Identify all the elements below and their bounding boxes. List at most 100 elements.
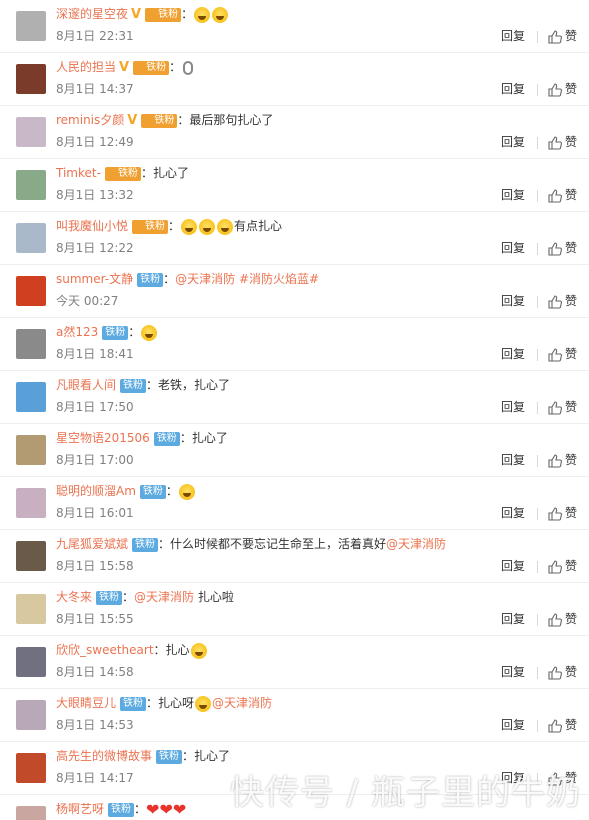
- reply-button[interactable]: 回复: [501, 135, 525, 149]
- comment-actions: 回复 赞: [501, 663, 577, 681]
- avatar[interactable]: [16, 541, 46, 571]
- username-link[interactable]: 凡眼看人间: [56, 378, 116, 392]
- reply-button[interactable]: 回复: [501, 294, 525, 308]
- reply-button[interactable]: 回复: [501, 241, 525, 255]
- username-link[interactable]: 叫我魔仙小悦: [56, 219, 128, 233]
- username-link[interactable]: 深邃的星空夜: [56, 7, 128, 21]
- comment-list: 深邃的星空夜 V 铁粉： 8月1日 22:31 回复赞人民的担当 V 铁粉： 8月1日 14:…: [0, 0, 589, 820]
- mention-link[interactable]: @天津消防: [386, 537, 446, 551]
- username-link[interactable]: 高先生的微博故事: [56, 749, 152, 763]
- avatar[interactable]: [16, 435, 46, 465]
- username-link[interactable]: 人民的担当: [56, 60, 116, 74]
- comment-row: summer-文静 铁粉 ：@天津消防 #消防火焰蓝# 今天 00:27 回复 赞: [0, 265, 589, 318]
- fan-badge[interactable]: 铁粉: [108, 802, 135, 817]
- like-button[interactable]: 赞: [548, 135, 577, 150]
- fan-badge[interactable]: 铁粉: [120, 696, 147, 711]
- reply-button[interactable]: 回复: [501, 453, 525, 467]
- fan-badge[interactable]: 铁粉: [120, 378, 147, 393]
- colon: ：: [177, 113, 190, 127]
- avatar[interactable]: [16, 64, 46, 94]
- fan-badge[interactable]: 铁粉: [104, 166, 141, 181]
- reply-button[interactable]: 回复: [501, 400, 525, 414]
- like-button[interactable]: 赞: [548, 718, 577, 733]
- avatar[interactable]: [16, 700, 46, 730]
- fan-badge[interactable]: 铁粉: [141, 113, 178, 128]
- avatar[interactable]: [16, 117, 46, 147]
- like-button[interactable]: 赞: [548, 188, 577, 203]
- username-link[interactable]: 聪明的顺溜Am: [56, 484, 136, 498]
- thumbs-up-icon: [548, 294, 562, 309]
- comment-time: 今天 00:27: [56, 294, 119, 308]
- reply-button[interactable]: 回复: [501, 665, 525, 679]
- avatar[interactable]: [16, 11, 46, 41]
- username-link[interactable]: 九尾狐爱斌斌: [56, 537, 128, 551]
- colon: ：: [169, 60, 182, 74]
- username-link[interactable]: 杨啊艺呀: [56, 802, 104, 816]
- avatar[interactable]: [16, 329, 46, 359]
- reply-button[interactable]: 回复: [501, 188, 525, 202]
- avatar[interactable]: [16, 753, 46, 783]
- like-button[interactable]: 赞: [548, 347, 577, 362]
- username-link[interactable]: reminis夕颜: [56, 113, 124, 127]
- like-label: 赞: [564, 135, 577, 149]
- avatar[interactable]: [16, 806, 46, 820]
- fan-badge[interactable]: 铁粉: [132, 219, 169, 234]
- like-button[interactable]: 赞: [548, 400, 577, 415]
- avatar[interactable]: [16, 223, 46, 253]
- comment-text: 最后那句扎心了: [189, 113, 274, 127]
- fan-badge-label: 铁粉: [105, 326, 126, 338]
- avatar[interactable]: [16, 276, 46, 306]
- reply-button[interactable]: 回复: [501, 347, 525, 361]
- like-button[interactable]: 赞: [548, 294, 577, 309]
- mention-link[interactable]: @天津消防: [175, 272, 235, 286]
- reply-button[interactable]: 回复: [501, 506, 525, 520]
- fan-badge[interactable]: 铁粉: [153, 431, 180, 446]
- fan-badge[interactable]: 铁粉: [137, 272, 164, 287]
- avatar[interactable]: [16, 382, 46, 412]
- avatar[interactable]: [16, 647, 46, 677]
- comment-actions: 回复 赞: [501, 398, 577, 416]
- fan-badge[interactable]: 铁粉: [156, 749, 183, 764]
- username-link[interactable]: Timket-: [56, 166, 101, 180]
- reply-button[interactable]: 回复: [501, 559, 525, 573]
- fan-badge[interactable]: 铁粉: [132, 537, 159, 552]
- reply-button[interactable]: 回复: [501, 612, 525, 626]
- fan-badge[interactable]: 铁粉: [102, 325, 129, 340]
- fan-badge[interactable]: 铁粉: [96, 590, 123, 605]
- like-button[interactable]: 赞: [548, 82, 577, 97]
- reply-button[interactable]: 回复: [501, 29, 525, 43]
- like-button[interactable]: 赞: [548, 665, 577, 680]
- comment-row: 人民的担当 V 铁粉： 8月1日 14:37 回复 赞: [0, 53, 589, 106]
- like-button[interactable]: 赞: [548, 559, 577, 574]
- like-label: 赞: [564, 188, 577, 202]
- action-divider: [536, 295, 538, 308]
- reply-button[interactable]: 回复: [501, 82, 525, 96]
- like-button[interactable]: 赞: [548, 506, 577, 521]
- fan-badge[interactable]: 铁粉: [145, 7, 182, 22]
- reply-button[interactable]: 回复: [501, 718, 525, 732]
- username-link[interactable]: a然123: [56, 325, 98, 339]
- avatar[interactable]: [16, 170, 46, 200]
- mention-link[interactable]: #消防火焰蓝#: [239, 272, 319, 286]
- fan-badge[interactable]: 铁粉: [133, 60, 170, 75]
- comment-actions: 回复 赞: [501, 27, 577, 45]
- username-link[interactable]: summer-文静: [56, 272, 133, 286]
- mention-link[interactable]: @天津消防: [212, 696, 272, 710]
- comment-line: 凡眼看人间 铁粉 ：老铁，扎心了: [56, 375, 230, 395]
- fan-badge-label: 铁粉: [159, 750, 180, 762]
- username-link[interactable]: 欣欣_sweetheart: [56, 643, 154, 657]
- username-link[interactable]: 大眼睛豆儿: [56, 696, 116, 710]
- username-link[interactable]: 大冬来: [56, 590, 92, 604]
- username-link[interactable]: 星空物语201506: [56, 431, 150, 445]
- like-button[interactable]: 赞: [548, 612, 577, 627]
- fan-badge[interactable]: 铁粉: [139, 484, 166, 499]
- mention-link[interactable]: @天津消防: [134, 590, 194, 604]
- avatar[interactable]: [16, 488, 46, 518]
- like-button[interactable]: 赞: [548, 453, 577, 468]
- like-button[interactable]: 赞: [548, 29, 577, 44]
- like-button[interactable]: 赞: [548, 241, 577, 256]
- avatar[interactable]: [16, 594, 46, 624]
- like-label: 赞: [564, 506, 577, 520]
- colon: ：: [163, 272, 176, 286]
- comment-line: a然123 铁粉：: [56, 322, 158, 342]
